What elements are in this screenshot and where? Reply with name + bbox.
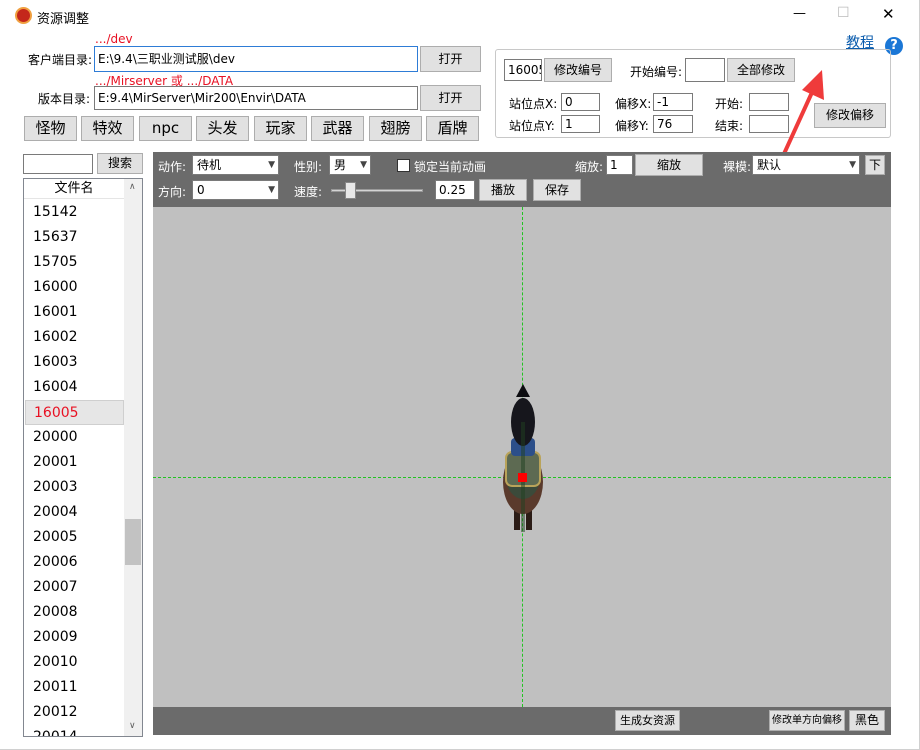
save-button[interactable]: 保存 <box>533 179 581 201</box>
list-item[interactable]: 20004 <box>25 500 124 525</box>
anchor-point <box>518 473 527 482</box>
gender-select-value: 男 <box>334 158 347 172</box>
naked-model-label: 裸模: <box>723 160 752 174</box>
list-item[interactable]: 16001 <box>25 300 124 325</box>
resource-id-field[interactable]: 16005 <box>504 59 542 81</box>
stand-y-input[interactable]: 1 <box>561 115 600 133</box>
title-bar: 资源调整 — ☐ ✕ <box>0 0 920 30</box>
offset-y-input[interactable]: 76 <box>653 115 693 133</box>
list-item[interactable]: 20011 <box>25 675 124 700</box>
list-item[interactable]: 20012 <box>25 700 124 725</box>
gender-select[interactable]: 男 ▼ <box>329 155 371 175</box>
file-list-body: 15142 15637 15705 16000 16001 16002 1600… <box>25 200 124 736</box>
stand-x-input[interactable]: 0 <box>561 93 600 111</box>
chevron-down-icon: ▼ <box>849 160 856 170</box>
scroll-down-icon[interactable]: ∨ <box>129 721 136 731</box>
list-item[interactable]: 20014 <box>25 725 124 736</box>
tab-effect[interactable]: 特效 <box>81 116 134 141</box>
version-dir-label: 版本目录: <box>38 92 91 106</box>
close-button[interactable]: ✕ <box>882 5 895 23</box>
file-list: 文件名 15142 15637 15705 16000 16001 16002 … <box>23 178 143 737</box>
chevron-down-icon: ▼ <box>268 185 275 195</box>
chevron-down-icon: ▼ <box>360 160 367 170</box>
file-list-scrollbar[interactable]: ∧ ∨ <box>124 179 142 736</box>
offset-x-label: 偏移X: <box>615 97 652 111</box>
lock-animation-checkbox[interactable] <box>397 159 410 172</box>
list-item[interactable]: 20003 <box>25 475 124 500</box>
list-item[interactable]: 16004 <box>25 375 124 400</box>
list-item[interactable]: 20001 <box>25 450 124 475</box>
naked-model-value: 默认 <box>757 158 782 172</box>
tab-wings[interactable]: 翅膀 <box>369 116 422 141</box>
app-logo-icon <box>15 7 32 24</box>
list-item[interactable]: 15705 <box>25 250 124 275</box>
direction-label: 方向: <box>158 185 187 199</box>
list-item[interactable]: 20009 <box>25 625 124 650</box>
action-label: 动作: <box>158 160 187 174</box>
open-version-dir-button[interactable]: 打开 <box>420 85 481 111</box>
list-item[interactable]: 15637 <box>25 225 124 250</box>
black-background-button[interactable]: 黑色 <box>849 710 885 731</box>
mount-sprite <box>503 384 543 532</box>
start-id-label: 开始编号: <box>630 65 683 79</box>
zoom-label: 缩放: <box>575 160 604 174</box>
scrollbar-thumb[interactable] <box>125 519 141 565</box>
tab-hair[interactable]: 头发 <box>196 116 249 141</box>
zoom-input[interactable]: 1 <box>606 155 633 175</box>
list-item[interactable]: 20000 <box>25 425 124 450</box>
lock-animation-label: 锁定当前动画 <box>414 160 487 174</box>
preview-canvas[interactable] <box>153 207 891 707</box>
scroll-up-icon[interactable]: ∧ <box>129 182 136 192</box>
naked-model-select[interactable]: 默认 ▼ <box>752 155 860 175</box>
down-button[interactable]: 下 <box>865 155 885 175</box>
client-dir-input[interactable]: E:\9.4\三职业测试服\dev <box>94 46 418 72</box>
tab-shield[interactable]: 盾牌 <box>426 116 479 141</box>
window-title: 资源调整 <box>37 12 90 27</box>
list-item[interactable]: 16002 <box>25 325 124 350</box>
preview-panel: 动作: 待机 ▼ 性别: 男 ▼ 锁定当前动画 缩放: 1 缩放 裸模: 默认 … <box>153 152 891 735</box>
modify-single-direction-offset-button[interactable]: 修改单方向偏移 <box>769 710 845 731</box>
search-input[interactable] <box>23 154 93 174</box>
speed-slider-thumb[interactable] <box>345 182 356 199</box>
client-dir-hint: .../dev <box>95 32 133 46</box>
open-client-dir-button[interactable]: 打开 <box>420 46 481 72</box>
maximize-button[interactable]: ☐ <box>837 5 850 21</box>
minimize-button[interactable]: — <box>793 6 806 21</box>
search-button[interactable]: 搜索 <box>97 153 143 174</box>
zoom-button[interactable]: 缩放 <box>635 154 703 176</box>
tab-player[interactable]: 玩家 <box>254 116 307 141</box>
list-item[interactable]: 15142 <box>25 200 124 225</box>
chevron-down-icon: ▼ <box>268 160 275 170</box>
direction-select-value: 0 <box>197 183 205 197</box>
offset-x-input[interactable]: -1 <box>653 93 693 111</box>
gender-label: 性别: <box>294 160 323 174</box>
list-item[interactable]: 20008 <box>25 600 124 625</box>
speed-slider[interactable] <box>329 180 425 200</box>
stand-x-label: 站位点X: <box>509 97 558 111</box>
speed-input[interactable]: 0.25 <box>435 180 475 200</box>
start-id-input[interactable] <box>685 58 725 82</box>
tab-monster[interactable]: 怪物 <box>24 116 77 141</box>
list-item[interactable]: 20010 <box>25 650 124 675</box>
direction-select[interactable]: 0 ▼ <box>192 180 279 200</box>
speed-label: 速度: <box>294 185 323 199</box>
offset-y-label: 偏移Y: <box>615 119 649 133</box>
stand-y-label: 站位点Y: <box>509 119 555 133</box>
list-item[interactable]: 20007 <box>25 575 124 600</box>
action-select-value: 待机 <box>197 158 222 172</box>
modify-id-button[interactable]: 修改编号 <box>544 58 612 82</box>
tab-weapon[interactable]: 武器 <box>311 116 364 141</box>
list-item[interactable]: 16003 <box>25 350 124 375</box>
client-dir-label: 客户端目录: <box>28 53 93 67</box>
list-item[interactable]: 16000 <box>25 275 124 300</box>
file-list-header[interactable]: 文件名 <box>24 179 124 199</box>
generate-female-resource-button[interactable]: 生成女资源 <box>615 710 680 731</box>
tab-npc[interactable]: npc <box>139 116 192 141</box>
play-button[interactable]: 播放 <box>479 179 527 201</box>
action-select[interactable]: 待机 ▼ <box>192 155 279 175</box>
list-item-selected[interactable]: 16005 <box>25 400 124 425</box>
list-item[interactable]: 20006 <box>25 550 124 575</box>
version-dir-input[interactable]: E:9.4\MirServer\Mir200\Envir\DATA <box>94 86 418 110</box>
list-item[interactable]: 20005 <box>25 525 124 550</box>
